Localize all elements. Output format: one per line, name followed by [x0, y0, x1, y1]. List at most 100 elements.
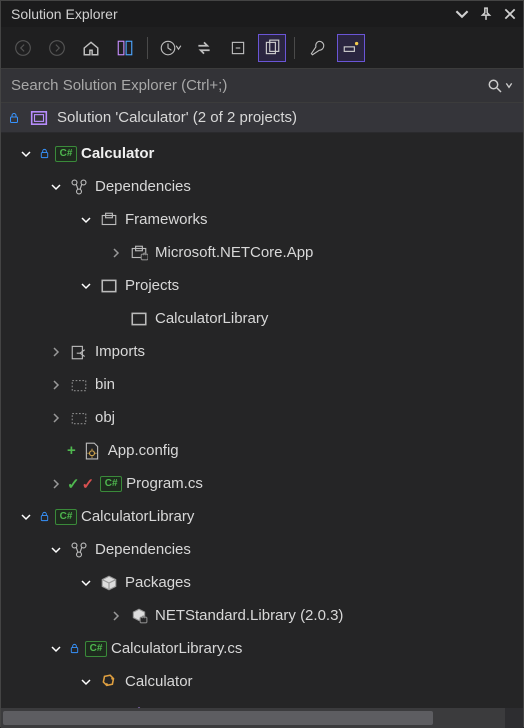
project-label: Calculator [81, 145, 154, 162]
expand-arrow[interactable] [109, 609, 123, 623]
project-node[interactable]: C# Calculator [1, 137, 523, 170]
class-node[interactable]: Calculator [1, 665, 523, 698]
panel-title: Solution Explorer [11, 6, 118, 22]
search-icon[interactable] [487, 78, 513, 94]
vcs-added-icon: + [67, 442, 76, 459]
search-bar[interactable] [1, 69, 523, 103]
node-label: bin [95, 376, 115, 393]
config-file-icon [82, 442, 102, 460]
back-button[interactable] [9, 34, 37, 62]
dependencies-node[interactable]: Dependencies [1, 170, 523, 203]
expand-arrow[interactable] [49, 378, 63, 392]
lock-icon [67, 643, 81, 654]
project-label: CalculatorLibrary [81, 508, 194, 525]
expand-arrow[interactable] [49, 180, 63, 194]
hidden-folder-icon [69, 376, 89, 394]
expand-arrow[interactable] [49, 477, 63, 491]
framework-icon [99, 211, 119, 229]
packages-node[interactable]: Packages [1, 566, 523, 599]
method-node[interactable]: DoOperation(double, double, string) : do… [1, 698, 523, 708]
lock-icon [37, 148, 51, 159]
lock-icon [37, 511, 51, 522]
dropdown-icon[interactable] [455, 7, 469, 21]
forward-button[interactable] [43, 34, 71, 62]
solution-icon [29, 109, 49, 127]
collapse-all-button[interactable] [224, 34, 252, 62]
node-label: Dependencies [95, 541, 191, 558]
projects-node[interactable]: Projects [1, 269, 523, 302]
csharp-icon: C# [85, 641, 107, 657]
class-icon [99, 673, 119, 691]
node-label: Program.cs [126, 475, 203, 492]
node-label: Imports [95, 343, 145, 360]
solution-header[interactable]: Solution 'Calculator' (2 of 2 projects) [1, 103, 523, 133]
show-all-files-button[interactable] [258, 34, 286, 62]
node-label: Packages [125, 574, 191, 591]
dependencies-icon [69, 178, 89, 196]
bin-node[interactable]: bin [1, 368, 523, 401]
properties-button[interactable] [303, 34, 331, 62]
projects-icon [99, 277, 119, 295]
dependencies-icon [69, 541, 89, 559]
sync-button[interactable] [190, 34, 218, 62]
expand-arrow[interactable] [49, 642, 63, 656]
node-label: obj [95, 409, 115, 426]
hidden-folder-icon [69, 409, 89, 427]
scrollbar-corner [505, 708, 523, 728]
assembly-icon [129, 244, 149, 262]
node-label: Calculator [125, 673, 193, 690]
expand-arrow[interactable] [109, 246, 123, 260]
csfile-node[interactable]: C# CalculatorLibrary.cs [1, 632, 523, 665]
preview-button[interactable] [337, 34, 365, 62]
expand-arrow[interactable] [49, 543, 63, 557]
node-label: Dependencies [95, 178, 191, 195]
pin-icon[interactable] [479, 7, 493, 21]
lock-icon [7, 112, 21, 124]
node-label: CalculatorLibrary.cs [111, 640, 242, 657]
dependencies-node[interactable]: Dependencies [1, 533, 523, 566]
framework-item[interactable]: Microsoft.NETCore.App [1, 236, 523, 269]
csharp-icon: C# [55, 146, 77, 162]
toolbar-separator [147, 37, 148, 59]
node-label: NETStandard.Library (2.0.3) [155, 607, 343, 624]
toolbar [1, 27, 523, 69]
close-icon[interactable] [503, 7, 517, 21]
csharp-icon: C# [100, 476, 122, 492]
switch-views-button[interactable] [111, 34, 139, 62]
frameworks-node[interactable]: Frameworks [1, 203, 523, 236]
expand-arrow[interactable] [49, 345, 63, 359]
imports-icon [69, 343, 89, 361]
expand-arrow[interactable] [19, 510, 33, 524]
imports-node[interactable]: Imports [1, 335, 523, 368]
pending-changes-button[interactable] [156, 34, 184, 62]
title-bar: Solution Explorer [1, 1, 523, 27]
project-ref-item[interactable]: CalculatorLibrary [1, 302, 523, 335]
toolbar-separator [294, 37, 295, 59]
csharp-icon: C# [55, 509, 77, 525]
appconfig-node[interactable]: + App.config [1, 434, 523, 467]
expand-arrow[interactable] [79, 576, 93, 590]
horizontal-scrollbar[interactable] [1, 708, 523, 728]
expand-arrow[interactable] [19, 147, 33, 161]
tree-view: C# Calculator Dependencies Frameworks Mi… [1, 133, 523, 708]
project-node[interactable]: C# CalculatorLibrary [1, 500, 523, 533]
expand-arrow[interactable] [79, 675, 93, 689]
node-label: Frameworks [125, 211, 208, 228]
project-ref-icon [129, 310, 149, 328]
expand-arrow[interactable] [79, 213, 93, 227]
vcs-modified-icon: ✓ [67, 475, 80, 493]
program-node[interactable]: ✓ ✓ C# Program.cs [1, 467, 523, 500]
node-label: Projects [125, 277, 179, 294]
scrollbar-thumb[interactable] [3, 711, 433, 725]
node-label: Microsoft.NETCore.App [155, 244, 313, 261]
node-label: CalculatorLibrary [155, 310, 268, 327]
package-locked-icon [129, 607, 149, 625]
package-item[interactable]: NETStandard.Library (2.0.3) [1, 599, 523, 632]
expand-arrow[interactable] [79, 279, 93, 293]
expand-arrow[interactable] [49, 411, 63, 425]
obj-node[interactable]: obj [1, 401, 523, 434]
vcs-edit-icon: ✓ [82, 475, 95, 493]
solution-label: Solution 'Calculator' (2 of 2 projects) [57, 109, 297, 126]
search-input[interactable] [11, 77, 481, 94]
home-button[interactable] [77, 34, 105, 62]
